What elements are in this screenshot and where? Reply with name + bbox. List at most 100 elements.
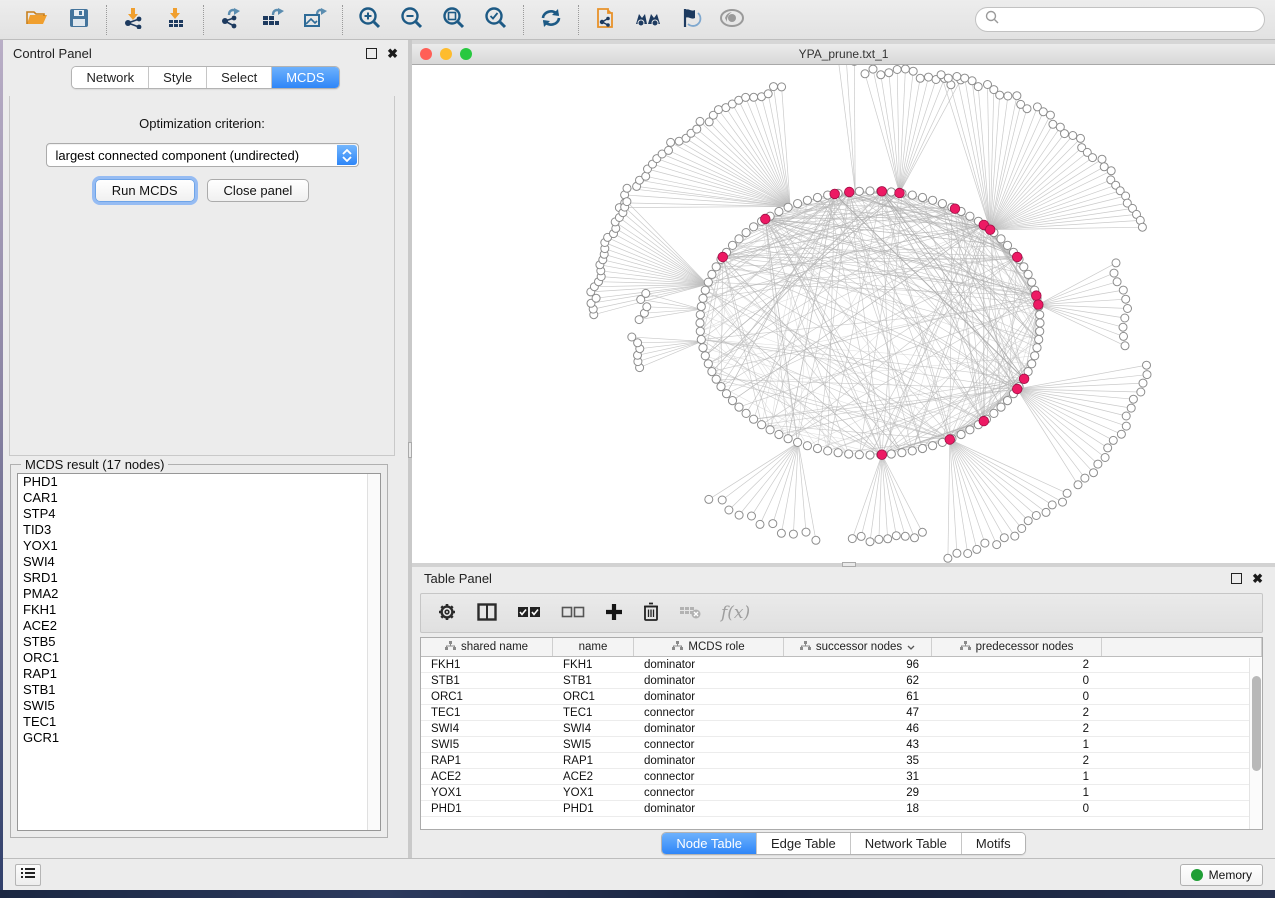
add-column-button[interactable] bbox=[605, 603, 623, 624]
task-history-button[interactable] bbox=[15, 864, 41, 886]
first-neighbors-button[interactable] bbox=[631, 5, 665, 35]
export-image-icon bbox=[303, 7, 327, 32]
hide-selected-button[interactable] bbox=[673, 5, 707, 35]
table-row[interactable]: TEC1TEC1connector472 bbox=[421, 705, 1262, 721]
delete-column-button[interactable] bbox=[679, 605, 701, 622]
mcds-result-item[interactable]: CAR1 bbox=[18, 490, 380, 506]
save-session-icon bbox=[69, 8, 89, 31]
table-row[interactable]: FKH1FKH1dominator962 bbox=[421, 657, 1262, 673]
tab-mcds[interactable]: MCDS bbox=[271, 67, 338, 88]
column-header-successor-nodes[interactable]: successor nodes bbox=[784, 638, 932, 656]
tree-icon bbox=[800, 641, 811, 654]
mcds-list-scrollbar[interactable] bbox=[367, 474, 380, 830]
cell-name: SWI4 bbox=[553, 721, 634, 736]
table-row[interactable]: STB1STB1dominator620 bbox=[421, 673, 1262, 689]
network-graph[interactable] bbox=[412, 65, 1275, 563]
cell-successor_nodes: 62 bbox=[784, 673, 932, 688]
close-panel-button[interactable]: Close panel bbox=[207, 179, 310, 202]
tab-edge-table[interactable]: Edge Table bbox=[756, 833, 850, 854]
mcds-result-item[interactable]: ACE2 bbox=[18, 618, 380, 634]
import-table-button[interactable] bbox=[159, 5, 193, 35]
control-panel-close-icon[interactable]: ✖ bbox=[387, 48, 398, 59]
search-input[interactable] bbox=[999, 13, 1255, 27]
mcds-result-item[interactable]: TID3 bbox=[18, 522, 380, 538]
cell-predecessor_nodes: 1 bbox=[932, 769, 1102, 784]
save-session-button[interactable] bbox=[62, 5, 96, 35]
network-window-titlebar[interactable]: YPA_prune.txt_1 bbox=[412, 44, 1275, 65]
show-all-button[interactable] bbox=[715, 5, 749, 35]
mcds-result-item[interactable]: SRD1 bbox=[18, 570, 380, 586]
mcds-result-item[interactable]: RAP1 bbox=[18, 666, 380, 682]
tab-network-table[interactable]: Network Table bbox=[850, 833, 961, 854]
table-scrollbar[interactable] bbox=[1249, 658, 1262, 829]
mcds-result-item[interactable]: STB1 bbox=[18, 682, 380, 698]
mcds-result-item[interactable]: PHD1 bbox=[18, 474, 380, 490]
tab-network[interactable]: Network bbox=[72, 67, 148, 88]
sort-chevron-icon bbox=[907, 645, 915, 650]
table-panel-float-icon[interactable] bbox=[1231, 573, 1242, 584]
refresh-button[interactable] bbox=[534, 5, 568, 35]
column-header-MCDS-role[interactable]: MCDS role bbox=[634, 638, 784, 656]
mcds-result-item[interactable]: FKH1 bbox=[18, 602, 380, 618]
mcds-result-item[interactable]: SWI5 bbox=[18, 698, 380, 714]
column-header-shared-name[interactable]: shared name bbox=[421, 638, 553, 656]
optimization-criterion-label: Optimization criterion: bbox=[10, 116, 394, 131]
select-all-button[interactable] bbox=[517, 606, 541, 621]
table-scrollbar-thumb[interactable] bbox=[1252, 676, 1261, 771]
table-panel-close-icon[interactable]: ✖ bbox=[1252, 573, 1263, 584]
network-view[interactable] bbox=[412, 65, 1275, 563]
delete-button[interactable] bbox=[643, 602, 659, 624]
export-image-button[interactable] bbox=[298, 5, 332, 35]
gear-button[interactable] bbox=[437, 602, 457, 625]
cell-predecessor_nodes: 0 bbox=[932, 673, 1102, 688]
tab-node-table[interactable]: Node Table bbox=[662, 833, 756, 854]
mcds-result-item[interactable]: ORC1 bbox=[18, 650, 380, 666]
add-column-icon bbox=[605, 603, 623, 624]
trash-icon bbox=[643, 602, 659, 624]
mcds-result-item[interactable]: STB5 bbox=[18, 634, 380, 650]
zoom-in-button[interactable] bbox=[353, 5, 387, 35]
tab-style[interactable]: Style bbox=[148, 67, 206, 88]
table-panel-title: Table Panel bbox=[424, 571, 492, 586]
function-builder-button[interactable]: f(x) bbox=[721, 603, 750, 623]
import-network-icon bbox=[123, 7, 145, 32]
cell-shared_name: ACE2 bbox=[421, 769, 553, 784]
open-session-button[interactable] bbox=[20, 5, 54, 35]
mcds-result-item[interactable]: SWI4 bbox=[18, 554, 380, 570]
mcds-tab-panel: Optimization criterion: largest connecte… bbox=[9, 96, 395, 456]
mcds-result-item[interactable]: TEC1 bbox=[18, 714, 380, 730]
table-row[interactable]: YOX1YOX1connector291 bbox=[421, 785, 1262, 801]
zoom-out-button[interactable] bbox=[395, 5, 429, 35]
import-network-button[interactable] bbox=[117, 5, 151, 35]
run-mcds-button[interactable]: Run MCDS bbox=[95, 179, 195, 202]
mcds-result-item[interactable]: STP4 bbox=[18, 506, 380, 522]
tab-select[interactable]: Select bbox=[206, 67, 271, 88]
table-row[interactable]: SWI5SWI5connector431 bbox=[421, 737, 1262, 753]
network-from-selection-button[interactable] bbox=[589, 5, 623, 35]
column-panel-button[interactable] bbox=[477, 603, 497, 624]
network-from-selection-icon bbox=[594, 5, 618, 34]
table-row[interactable]: PHD1PHD1dominator180 bbox=[421, 801, 1262, 817]
zoom-selected-button[interactable] bbox=[479, 5, 513, 35]
mcds-result-item[interactable]: GCR1 bbox=[18, 730, 380, 746]
export-table-button[interactable] bbox=[256, 5, 290, 35]
mcds-result-item[interactable]: PMA2 bbox=[18, 586, 380, 602]
export-network-button[interactable] bbox=[214, 5, 248, 35]
mcds-result-item[interactable]: YOX1 bbox=[18, 538, 380, 554]
table-row[interactable]: RAP1RAP1dominator352 bbox=[421, 753, 1262, 769]
memory-button[interactable]: Memory bbox=[1180, 864, 1263, 886]
cell-successor_nodes: 43 bbox=[784, 737, 932, 752]
unselect-all-button[interactable] bbox=[561, 606, 585, 621]
criterion-selected-value: largest connected component (undirected) bbox=[56, 148, 300, 163]
tab-motifs[interactable]: Motifs bbox=[961, 833, 1025, 854]
table-row[interactable]: ACE2ACE2connector311 bbox=[421, 769, 1262, 785]
cell-successor_nodes: 46 bbox=[784, 721, 932, 736]
column-header-name[interactable]: name bbox=[553, 638, 634, 656]
table-row[interactable]: SWI4SWI4dominator462 bbox=[421, 721, 1262, 737]
column-header-predecessor-nodes[interactable]: predecessor nodes bbox=[932, 638, 1102, 656]
zoom-fit-button[interactable] bbox=[437, 5, 471, 35]
table-toolbar: f(x) bbox=[420, 593, 1263, 633]
table-row[interactable]: ORC1ORC1dominator610 bbox=[421, 689, 1262, 705]
optimization-criterion-select[interactable]: largest connected component (undirected) bbox=[46, 143, 359, 167]
control-panel-float-icon[interactable] bbox=[366, 48, 377, 59]
